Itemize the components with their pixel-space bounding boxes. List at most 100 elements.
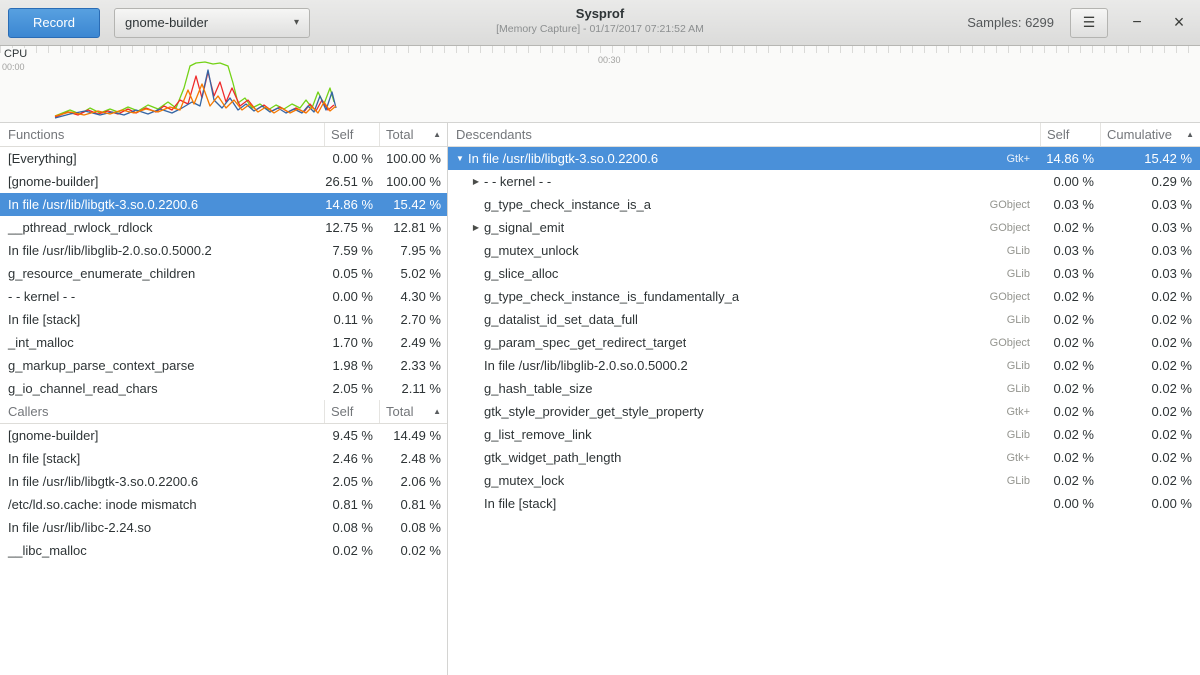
callers-self-column-header[interactable]: Self xyxy=(324,400,379,423)
cell-self-percent: 0.02 % xyxy=(1040,450,1100,465)
cpu-timeline[interactable]: CPU 00:00 00:30 xyxy=(0,46,1200,123)
descendants-cumulative-column-header[interactable]: Cumulative ▲ xyxy=(1100,123,1200,146)
close-button[interactable]: × xyxy=(1166,10,1192,36)
table-row[interactable]: __pthread_rwlock_rdlock12.75 %12.81 % xyxy=(0,216,447,239)
cell-total-percent: 5.02 % xyxy=(379,266,447,281)
tree-row[interactable]: g_datalist_id_set_data_fullGLib0.02 %0.0… xyxy=(448,308,1200,331)
tree-row[interactable]: g_type_check_instance_is_aGObject0.03 %0… xyxy=(448,193,1200,216)
cell-self-percent: 9.45 % xyxy=(324,428,379,443)
functions-total-column-header[interactable]: Total ▲ xyxy=(379,123,447,146)
cell-function-name: g_resource_enumerate_children xyxy=(0,266,324,281)
cell-self-percent: 0.00 % xyxy=(324,289,379,304)
table-row[interactable]: [gnome-builder]9.45 %14.49 % xyxy=(0,424,447,447)
cell-descendant-name: In file [stack] xyxy=(448,496,1030,511)
table-row[interactable]: In file /usr/lib/libgtk-3.so.0.2200.614.… xyxy=(0,193,447,216)
sort-arrow-icon: ▲ xyxy=(433,407,441,416)
cell-total-percent: 12.81 % xyxy=(379,220,447,235)
table-row[interactable]: In file [stack]2.46 %2.48 % xyxy=(0,447,447,470)
table-row[interactable]: __libc_malloc0.02 %0.02 % xyxy=(0,539,447,562)
process-selector-dropdown[interactable]: gnome-builder ▾ xyxy=(114,8,310,38)
cell-function-name: In file /usr/lib/libgtk-3.so.0.2200.6 xyxy=(0,197,324,212)
tree-row[interactable]: In file [stack]0.00 %0.00 % xyxy=(448,492,1200,515)
cell-library-name: GLib xyxy=(1007,383,1040,395)
tree-row[interactable]: In file /usr/lib/libglib-2.0.so.0.5000.2… xyxy=(448,354,1200,377)
tree-row[interactable]: ▶- - kernel - -0.00 %0.29 % xyxy=(448,170,1200,193)
cell-cumulative-percent: 0.02 % xyxy=(1100,427,1200,442)
cell-function-name: __libc_malloc xyxy=(0,543,324,558)
cell-cumulative-percent: 0.02 % xyxy=(1100,473,1200,488)
cell-descendant-name: g_datalist_id_set_data_full xyxy=(448,312,1007,327)
cell-total-percent: 0.08 % xyxy=(379,520,447,535)
left-pane: Functions Self Total ▲ [Everything]0.00 … xyxy=(0,123,448,675)
table-row[interactable]: In file /usr/lib/libgtk-3.so.0.2200.62.0… xyxy=(0,470,447,493)
expander-closed-icon[interactable]: ▶ xyxy=(468,223,484,232)
cell-library-name: GLib xyxy=(1007,429,1040,441)
cell-descendant-name: g_list_remove_link xyxy=(448,427,1007,442)
tree-row[interactable]: ▼In file /usr/lib/libgtk-3.so.0.2200.6Gt… xyxy=(448,147,1200,170)
minimize-button[interactable]: − xyxy=(1124,10,1150,36)
table-row[interactable]: _int_malloc1.70 %2.49 % xyxy=(0,331,447,354)
tree-row[interactable]: g_mutex_unlockGLib0.03 %0.03 % xyxy=(448,239,1200,262)
cell-self-percent: 0.00 % xyxy=(1040,496,1100,511)
table-row[interactable]: g_resource_enumerate_children0.05 %5.02 … xyxy=(0,262,447,285)
table-row[interactable]: - - kernel - -0.00 %4.30 % xyxy=(0,285,447,308)
cpu-line-green xyxy=(55,62,334,116)
cell-descendant-name: gtk_style_provider_get_style_property xyxy=(448,404,1006,419)
descendants-column-header[interactable]: Descendants xyxy=(448,123,1040,146)
tree-row[interactable]: g_param_spec_get_redirect_targetGObject0… xyxy=(448,331,1200,354)
table-row[interactable]: In file /usr/lib/libglib-2.0.so.0.5000.2… xyxy=(0,239,447,262)
table-row[interactable]: [Everything]0.00 %100.00 % xyxy=(0,147,447,170)
tree-row[interactable]: g_hash_table_sizeGLib0.02 %0.02 % xyxy=(448,377,1200,400)
cell-self-percent: 0.02 % xyxy=(1040,335,1100,350)
cell-cumulative-percent: 0.02 % xyxy=(1100,289,1200,304)
cell-self-percent: 14.86 % xyxy=(324,197,379,212)
callers-column-header[interactable]: Callers xyxy=(0,400,324,423)
descendant-label: In file /usr/lib/libgtk-3.so.0.2200.6 xyxy=(468,151,658,166)
functions-table-header: Functions Self Total ▲ xyxy=(0,123,447,147)
callers-total-column-header[interactable]: Total ▲ xyxy=(379,400,447,423)
table-row[interactable]: In file /usr/lib/libc-2.24.so0.08 %0.08 … xyxy=(0,516,447,539)
cell-function-name: /etc/ld.so.cache: inode mismatch xyxy=(0,497,324,512)
tree-row[interactable]: ▶g_signal_emitGObject0.02 %0.03 % xyxy=(448,216,1200,239)
cell-function-name: In file [stack] xyxy=(0,312,324,327)
cell-function-name: In file /usr/lib/libglib-2.0.so.0.5000.2 xyxy=(0,243,324,258)
functions-self-column-header[interactable]: Self xyxy=(324,123,379,146)
tree-row[interactable]: gtk_widget_path_lengthGtk+0.02 %0.02 % xyxy=(448,446,1200,469)
record-button[interactable]: Record xyxy=(8,8,100,38)
tree-row[interactable]: g_type_check_instance_is_fundamentally_a… xyxy=(448,285,1200,308)
cell-self-percent: 7.59 % xyxy=(324,243,379,258)
cell-self-percent: 2.05 % xyxy=(324,474,379,489)
cell-descendant-name: g_mutex_lock xyxy=(448,473,1007,488)
sort-arrow-icon: ▲ xyxy=(1186,130,1194,139)
cell-library-name: GObject xyxy=(990,291,1040,303)
table-row[interactable]: g_io_channel_read_chars2.05 %2.11 % xyxy=(0,377,447,400)
table-row[interactable]: /etc/ld.so.cache: inode mismatch0.81 %0.… xyxy=(0,493,447,516)
tree-row[interactable]: g_mutex_lockGLib0.02 %0.02 % xyxy=(448,469,1200,492)
header-right-cluster: Samples: 6299 ☰ − × xyxy=(967,8,1192,38)
menu-button[interactable]: ☰ xyxy=(1070,8,1108,38)
cell-function-name: __pthread_rwlock_rdlock xyxy=(0,220,324,235)
tree-row[interactable]: gtk_style_provider_get_style_propertyGtk… xyxy=(448,400,1200,423)
expander-open-icon[interactable]: ▼ xyxy=(452,154,468,163)
cell-function-name: - - kernel - - xyxy=(0,289,324,304)
tree-row[interactable]: g_list_remove_linkGLib0.02 %0.02 % xyxy=(448,423,1200,446)
expander-closed-icon[interactable]: ▶ xyxy=(468,177,484,186)
samples-count: Samples: 6299 xyxy=(967,15,1054,30)
table-row[interactable]: [gnome-builder]26.51 %100.00 % xyxy=(0,170,447,193)
tree-row[interactable]: g_slice_allocGLib0.03 %0.03 % xyxy=(448,262,1200,285)
functions-column-header[interactable]: Functions xyxy=(0,123,324,146)
table-row[interactable]: g_markup_parse_context_parse1.98 %2.33 % xyxy=(0,354,447,377)
descendants-self-column-header[interactable]: Self xyxy=(1040,123,1100,146)
cell-cumulative-percent: 0.02 % xyxy=(1100,358,1200,373)
descendant-label: In file /usr/lib/libglib-2.0.so.0.5000.2 xyxy=(484,358,688,373)
descendant-label: In file [stack] xyxy=(484,496,556,511)
table-row[interactable]: In file [stack]0.11 %2.70 % xyxy=(0,308,447,331)
descendant-label: g_datalist_id_set_data_full xyxy=(484,312,638,327)
cell-self-percent: 0.02 % xyxy=(1040,220,1100,235)
descendants-table-header: Descendants Self Cumulative ▲ xyxy=(448,123,1200,147)
callers-table-header: Callers Self Total ▲ xyxy=(0,400,447,424)
cell-total-percent: 2.33 % xyxy=(379,358,447,373)
cell-function-name: g_markup_parse_context_parse xyxy=(0,358,324,373)
cell-self-percent: 0.03 % xyxy=(1040,197,1100,212)
cell-cumulative-percent: 0.02 % xyxy=(1100,335,1200,350)
